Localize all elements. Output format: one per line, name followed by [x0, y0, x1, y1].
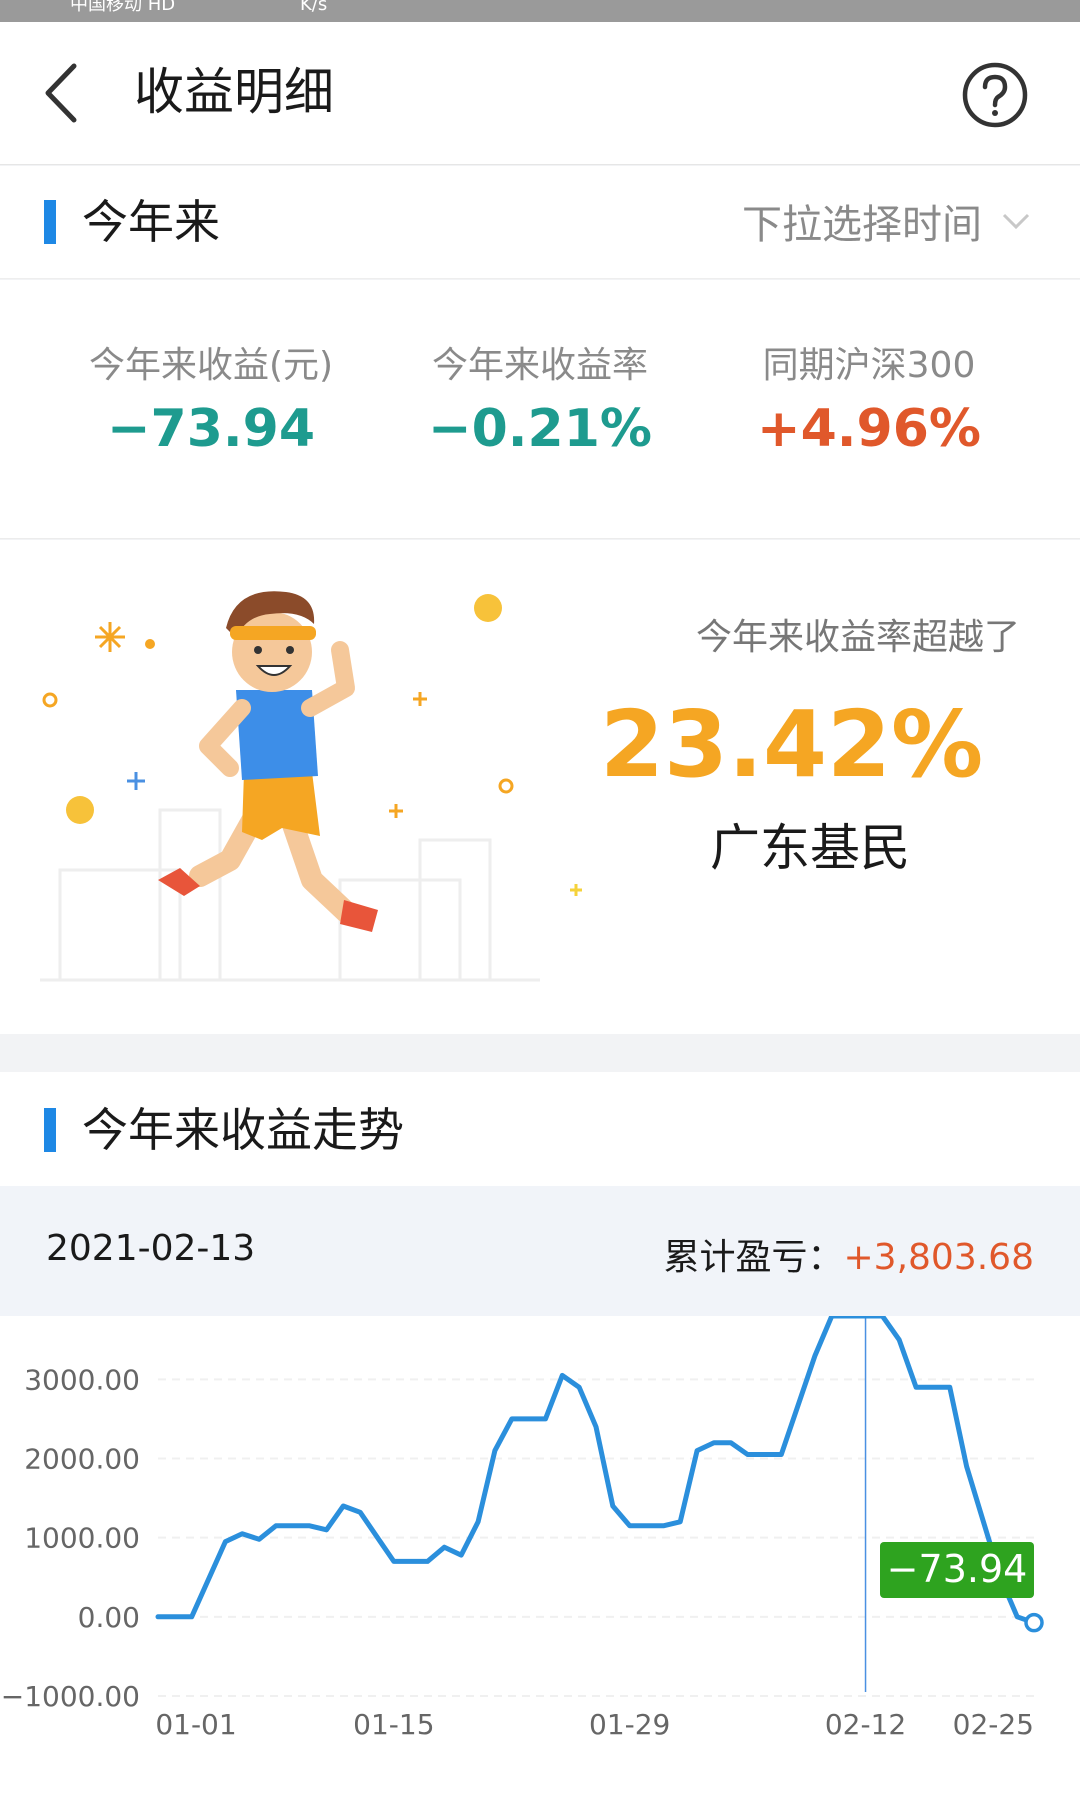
x-tick-label: 02-25 [953, 1708, 1034, 1741]
stat-rate: 今年来收益率 −0.21% [375, 344, 705, 464]
stat-value: +4.96% [757, 399, 981, 459]
stat-label: 同期沪深300 [762, 345, 976, 386]
stats-panel: 今年来收益(元) −73.94 今年来收益率 −0.21% 同期沪深300 +4… [0, 280, 1080, 539]
page-title: 收益明细 [134, 63, 334, 121]
cumulative-value: +3,803.68 [843, 1237, 1034, 1278]
carrier-text: 中国移动 HD [70, 0, 176, 15]
ranking-region: 广东基民 [710, 819, 910, 877]
trend-header: 今年来收益走势 [0, 1072, 1080, 1187]
y-tick-label: 2000.00 [24, 1443, 140, 1476]
x-tick-label: 01-15 [353, 1708, 434, 1741]
x-tick-label: 01-29 [589, 1708, 670, 1741]
nav-bar: 收益明细 [0, 22, 1080, 165]
ranking-card: 今年来收益率超越了 23.42% 广东基民 [0, 540, 1080, 1034]
status-bar: 中国移动 HD K/s [0, 0, 1080, 22]
trend-chart-svg[interactable]: 3000.00 2000.00 1000.00 0.00 −1000.00 01-01 01… [0, 1316, 1080, 1797]
end-value-label: −73.94 [887, 1547, 1028, 1591]
stat-value: −0.21% [428, 399, 652, 459]
back-icon[interactable] [40, 60, 90, 126]
stat-label: 今年来收益(元) [88, 345, 334, 386]
time-picker-label: 下拉选择时间 [742, 202, 982, 248]
selected-date: 2021-02-13 [46, 1228, 256, 1269]
time-picker[interactable]: 下拉选择时间 [742, 196, 1032, 248]
period-header: 今年来 下拉选择时间 [0, 166, 1080, 279]
y-tick-label: −1000.00 [1, 1680, 140, 1713]
chart-tooltip-bar: 2021-02-13 累计盈亏：+3,803.68 [0, 1186, 1080, 1316]
y-tick-label: 3000.00 [24, 1363, 140, 1396]
x-tick-label: 02-12 [825, 1708, 906, 1741]
network-speed: K/s [300, 0, 328, 15]
y-tick-label: 1000.00 [24, 1522, 140, 1555]
section-marker [44, 200, 56, 244]
stat-benchmark: 同期沪深300 +4.96% [704, 344, 1034, 464]
x-tick-label: 01-01 [155, 1708, 236, 1741]
stat-income: 今年来收益(元) −73.94 [46, 344, 376, 464]
cumulative-pnl: 累计盈亏：+3,803.68 [664, 1228, 1035, 1280]
help-icon[interactable] [960, 60, 1030, 130]
chevron-down-icon [1002, 213, 1030, 230]
trend-label: 今年来收益走势 [82, 1103, 404, 1157]
stat-value: −73.94 [106, 399, 316, 459]
end-point [1024, 1612, 1044, 1633]
period-label: 今年来 [82, 195, 220, 249]
runner-illustration [40, 591, 582, 982]
ranking-value: 23.42% [600, 691, 984, 798]
cumulative-label: 累计盈亏： [663, 1237, 844, 1278]
trend-chart[interactable]: 3000.00 2000.00 1000.00 0.00 −1000.00 01-01 01… [0, 1316, 1080, 1797]
y-tick-label: 0.00 [78, 1601, 140, 1634]
section-marker [44, 1108, 56, 1152]
stat-label: 今年来收益率 [431, 345, 648, 386]
ranking-title: 今年来收益率超越了 [695, 617, 1020, 658]
